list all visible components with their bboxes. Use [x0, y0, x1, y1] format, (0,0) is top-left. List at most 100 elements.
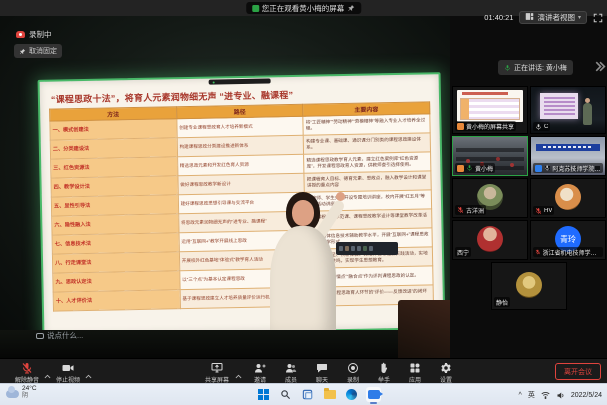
view-mode-button[interactable]: 演讲者视图 ▾	[519, 11, 587, 24]
participants-sidebar: 正在讲话: 黄小梅 黄小梅的屏幕共享 C 黄小梅	[450, 16, 607, 358]
participant-tile-avatar[interactable]: 古洋洲	[452, 178, 528, 218]
members-button[interactable]: 成员	[278, 362, 304, 384]
unpin-button[interactable]: 取消固定	[14, 44, 62, 58]
slide-table-cell: 精选思政元素和开发红色育人资源	[177, 154, 304, 175]
folder-icon	[324, 390, 336, 399]
participant-tile-avatar[interactable]: HV	[530, 178, 606, 218]
comment-input-hint[interactable]: 说点什么...	[36, 330, 83, 341]
share-screen-button[interactable]: 共享屏幕	[204, 362, 230, 384]
watching-banner: 您正在观看黄小梅的屏幕	[246, 2, 362, 14]
mic-options-chevron[interactable]	[44, 366, 51, 384]
participant-tile-avatar[interactable]: 青玲 浙江省机电技师学院 胡青玲	[530, 220, 606, 260]
participant-tile-video[interactable]: 阿克苏技师学院手机	[530, 136, 606, 176]
comment-hint-text: 说点什么...	[47, 330, 83, 341]
participant-label: 浙江省机电技师学院 胡青玲	[533, 247, 603, 257]
wifi-icon[interactable]	[541, 391, 550, 399]
mic-muted-icon	[535, 248, 541, 256]
slide-table-cell: 二、分类建设法	[50, 138, 177, 159]
participant-label: 阿克苏技师学院手机	[533, 163, 603, 173]
weather-temperature: 24°C	[22, 386, 37, 393]
presenter-body	[270, 226, 336, 342]
apps-button[interactable]: 应用	[402, 362, 428, 384]
chat-button[interactable]: 聊天	[309, 362, 335, 384]
participant-label: C	[533, 122, 550, 131]
meeting-toolbar: 解除静音 停止视频 共享屏幕 邀请 成员	[0, 358, 607, 383]
weather-widget[interactable]: 24°C 阴	[6, 386, 37, 399]
projector-screen: “课程思政十法”，将育人元素润物细无声 “进专业、融课程” 方法路径主要内容一、…	[38, 72, 446, 337]
taskbar-icons	[256, 387, 381, 402]
presenter-badge-icon	[457, 123, 464, 130]
cloud-icon	[6, 390, 19, 398]
participant-tile-video[interactable]: C	[530, 86, 606, 134]
share-options-chevron[interactable]	[235, 366, 242, 384]
main-video: “课程思政十法”，将育人元素润物细无声 “进专业、融课程” 方法路径主要内容一、…	[0, 16, 450, 358]
meeting-window: 您正在观看黄小梅的屏幕 01:40:21 演讲者视图 ▾ “课程思政十法”，将育…	[0, 0, 607, 405]
stop-video-button[interactable]: 停止视频	[55, 362, 81, 384]
invite-button[interactable]: 邀请	[247, 362, 273, 384]
slide-table-cell: 精选课程思政教学育人元素，建立红色案例库“红色资源库”，开发课程思政育人资源，供…	[304, 152, 431, 173]
video-options-chevron[interactable]	[85, 366, 92, 384]
task-view-button[interactable]	[300, 387, 315, 402]
gear-icon	[440, 362, 452, 374]
slide-table-cell: 构建专业课、基础课、通识课分门别类的课程思政建设体系。	[303, 133, 430, 154]
slide-table-cell: 将“工匠精神”“劳动精神”“劳模精神”等融入专业人才培养全过程。	[303, 114, 430, 135]
pin-icon	[19, 48, 26, 55]
slide-table-cell: 八、行走课堂法	[52, 252, 179, 273]
mic-icon	[535, 123, 542, 131]
participant-tile-avatar[interactable]: 静怡	[491, 262, 567, 310]
participant-label: 古洋洲	[455, 205, 486, 215]
start-button[interactable]	[256, 387, 271, 402]
participant-tile-screen-share[interactable]: 黄小梅的屏幕共享	[452, 86, 528, 134]
participant-name: 阿克苏技师学院手机	[552, 164, 601, 173]
edge-button[interactable]	[344, 387, 359, 402]
recording-icon	[16, 31, 25, 38]
search-button[interactable]	[278, 387, 293, 402]
pin-icon[interactable]	[347, 4, 355, 12]
participant-label: 西宁	[455, 247, 471, 257]
mic-icon	[504, 64, 511, 72]
member-badge-icon	[535, 165, 542, 172]
participant-name: 西宁	[457, 248, 469, 257]
volume-icon[interactable]	[556, 391, 565, 400]
participant-name: 黄小梅的屏幕共享	[466, 122, 514, 131]
participant-label: 静怡	[494, 297, 510, 307]
taskbar-date[interactable]: 2022/5/24	[571, 392, 602, 399]
tray-expand-chevron[interactable]: ^	[519, 392, 522, 399]
collapse-sidebar-icon[interactable]	[593, 60, 606, 73]
meeting-app-button[interactable]	[366, 387, 381, 402]
record-button[interactable]: 录制	[340, 362, 366, 384]
camera-icon	[62, 362, 74, 374]
shared-screen-thumbnail	[457, 90, 523, 122]
settings-button[interactable]: 设置	[433, 362, 459, 384]
task-view-icon	[302, 389, 313, 400]
top-right-controls: 01:40:21 演讲者视图 ▾	[484, 11, 603, 24]
slide-table-cell: 六、隐性融入法	[52, 214, 179, 235]
meeting-timer: 01:40:21	[484, 13, 513, 22]
avatar	[555, 184, 581, 210]
lectern	[398, 300, 450, 358]
windows-taskbar: 24°C 阴 ^ 英 2022/5/24	[0, 383, 607, 405]
unmute-button[interactable]: 解除静音	[14, 362, 40, 384]
slide-table-cell: 创建专业课程思政育人才培养新模式	[176, 116, 303, 137]
participant-tile-video[interactable]: 黄小梅	[452, 136, 528, 176]
layout-icon	[525, 12, 534, 23]
recording-indicator: 录制中	[16, 29, 52, 40]
edge-browser-icon	[346, 389, 357, 400]
participant-label: 黄小梅的屏幕共享	[455, 121, 516, 131]
leave-meeting-button[interactable]: 离开会议	[555, 363, 601, 380]
slide-table-cell: 三、红色资源法	[51, 157, 178, 178]
windows-logo-icon	[258, 389, 269, 400]
ime-indicator[interactable]: 英	[528, 390, 535, 400]
fullscreen-button[interactable]	[593, 13, 603, 23]
weather-description: 阴	[22, 393, 37, 399]
slide-table-cell: 把课程育人目标、德育元素、思政点，融入教学设计和课堂讲授的重点内容	[304, 171, 431, 192]
participant-label: 黄小梅	[455, 163, 495, 173]
participant-tile-avatar[interactable]: 西宁	[452, 220, 528, 260]
toolbar-left-group: 解除静音 停止视频	[14, 362, 92, 384]
raise-hand-button[interactable]: 举手	[371, 362, 397, 384]
file-explorer-button[interactable]	[322, 387, 337, 402]
avatar	[516, 272, 542, 298]
presenter-hand	[336, 192, 345, 201]
mic-muted-icon	[457, 206, 464, 214]
chat-bubble-icon	[36, 333, 44, 339]
